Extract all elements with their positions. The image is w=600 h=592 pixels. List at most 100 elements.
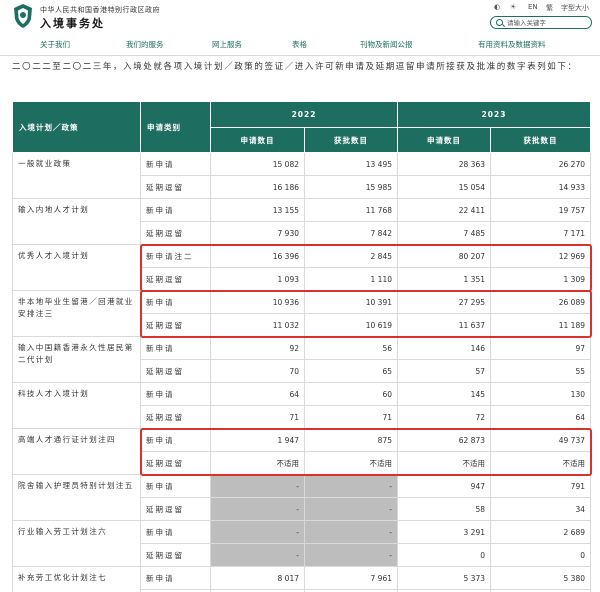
main-navigation: 关于我们 我们的服务 网上服务 表格 刊物及新闻公报 有用资料及数据资料 xyxy=(0,38,600,52)
application-type: 新申请 xyxy=(140,152,211,176)
received-2023-value: 146 xyxy=(397,336,491,360)
language-tc-link[interactable]: 繁 xyxy=(546,3,553,13)
approved-2023-value: 14 933 xyxy=(490,175,591,199)
nav-about-us[interactable]: 关于我们 xyxy=(40,39,70,50)
received-2022-value: 7 930 xyxy=(210,221,305,245)
intro-paragraph: 二〇二二至二〇二三年，入境处就各项入境计划／政策的签证／进入许可新申请及延期逗留… xyxy=(12,62,578,72)
approved-2023-value: 64 xyxy=(490,405,591,429)
received-2022-value: - xyxy=(210,474,305,498)
approved-2023-value: 26 089 xyxy=(490,290,591,314)
received-2022-value: 16 186 xyxy=(210,175,305,199)
received-2022-value: 10 936 xyxy=(210,290,305,314)
received-2022-value: 92 xyxy=(210,336,305,360)
received-2023-value: 0 xyxy=(397,543,491,567)
received-2022-value: 1 947 xyxy=(210,428,305,452)
application-type: 新申请 xyxy=(140,474,211,498)
received-2022-value: - xyxy=(210,497,305,521)
table-row: 输入中国籍香港永久性居民第二代计划 新申请 92 56 146 97 xyxy=(12,336,591,383)
scheme-name: 非本地毕业生留港／回港就业安排注三 xyxy=(12,290,141,337)
approved-2022-value: - xyxy=(304,520,398,544)
scheme-name: 优秀人才入境计划 xyxy=(12,244,141,291)
received-2022-value: 不适用 xyxy=(210,451,305,475)
approved-2023-value: 7 171 xyxy=(490,221,591,245)
language-en-link[interactable]: EN xyxy=(528,3,538,11)
scheme-name: 输入中国籍香港永久性居民第二代计划 xyxy=(12,336,141,383)
application-type: 新申请 xyxy=(140,566,211,590)
scheme-name: 行业输入劳工计划注六 xyxy=(12,520,141,567)
scheme-name: 补充劳工优化计划注七 xyxy=(12,566,141,592)
received-2022-value: - xyxy=(210,520,305,544)
nav-online-services[interactable]: 网上服务 xyxy=(212,39,242,50)
received-2022-value: 1 093 xyxy=(210,267,305,291)
approved-2023-value: 130 xyxy=(490,382,591,406)
approved-2022-value: 875 xyxy=(304,428,398,452)
approved-2023-value: 1 309 xyxy=(490,267,591,291)
table-row: 补充劳工优化计划注七 新申请 8 017 7 961 5 373 5 380 xyxy=(12,566,591,592)
received-2023-value: 72 xyxy=(397,405,491,429)
header-approved-2022: 获批数目 xyxy=(304,127,398,153)
received-2022-value: 15 082 xyxy=(210,152,305,176)
approved-2022-value: 1 110 xyxy=(304,267,398,291)
approved-2022-value: - xyxy=(304,543,398,567)
nav-useful-info-statistics[interactable]: 有用资料及数据资料 xyxy=(478,39,546,50)
received-2023-value: 7 485 xyxy=(397,221,491,245)
received-2023-value: 28 363 xyxy=(397,152,491,176)
statistics-table: 入境计划／政策 申请类别 2022 2023 申请数目 获批数目 申请数目 获批… xyxy=(12,101,591,592)
brightness-icon[interactable]: ☀ xyxy=(510,3,516,11)
approved-2022-value: 不适用 xyxy=(304,451,398,475)
font-size-link[interactable]: 字型大小 xyxy=(561,3,589,13)
received-2023-value: 145 xyxy=(397,382,491,406)
application-type: 新申请注二 xyxy=(140,244,211,268)
scheme-name: 院舍输入护理员特别计划注五 xyxy=(12,474,141,521)
application-type: 延期逗留 xyxy=(140,359,211,383)
header-year-2022: 2022 xyxy=(210,101,398,128)
approved-2023-value: 55 xyxy=(490,359,591,383)
received-2022-value: 8 017 xyxy=(210,566,305,590)
hksar-emblem-icon[interactable] xyxy=(12,3,34,29)
received-2022-value: 70 xyxy=(210,359,305,383)
application-type: 延期逗留 xyxy=(140,313,211,337)
received-2023-value: 947 xyxy=(397,474,491,498)
approved-2023-value: 19 757 xyxy=(490,198,591,222)
nav-our-services[interactable]: 我们的服务 xyxy=(126,39,164,50)
table-row: 一般就业政策 新申请 15 082 13 495 28 363 26 270 xyxy=(12,152,591,199)
approved-2022-value: 65 xyxy=(304,359,398,383)
approved-2022-value: 56 xyxy=(304,336,398,360)
approved-2022-value: 2 845 xyxy=(304,244,398,268)
approved-2023-value: 不适用 xyxy=(490,451,591,475)
search-input[interactable] xyxy=(507,18,589,28)
header-year-2023: 2023 xyxy=(397,101,591,128)
approved-2022-value: - xyxy=(304,497,398,521)
approved-2023-value: 26 270 xyxy=(490,152,591,176)
nav-forms[interactable]: 表格 xyxy=(292,39,307,50)
approved-2022-value: 10 619 xyxy=(304,313,398,337)
application-type: 延期逗留 xyxy=(140,543,211,567)
received-2022-value: 64 xyxy=(210,382,305,406)
received-2022-value: 16 396 xyxy=(210,244,305,268)
government-name: 中华人民共和国香港特别行政区政府 xyxy=(40,6,160,14)
approved-2023-value: 791 xyxy=(490,474,591,498)
search-box[interactable] xyxy=(490,16,592,29)
received-2023-value: 不适用 xyxy=(397,451,491,475)
application-type: 新申请 xyxy=(140,520,211,544)
received-2022-value: - xyxy=(210,543,305,567)
approved-2022-value: 13 495 xyxy=(304,152,398,176)
approved-2022-value: 60 xyxy=(304,382,398,406)
header-application-type: 申请类别 xyxy=(140,101,211,153)
table-row: 优秀人才入境计划 新申请注二 16 396 2 845 80 207 12 969 xyxy=(12,244,591,291)
nav-publications-press[interactable]: 刊物及新闻公报 xyxy=(360,39,413,50)
approved-2022-value: 10 391 xyxy=(304,290,398,314)
approved-2023-value: 0 xyxy=(490,543,591,567)
header-approved-2023: 获批数目 xyxy=(490,127,591,153)
table-row: 科技人才入境计划 新申请 64 60 145 130 xyxy=(12,382,591,429)
approved-2022-value: 7 842 xyxy=(304,221,398,245)
contrast-icon[interactable]: ◐ xyxy=(494,3,500,11)
approved-2022-value: 11 768 xyxy=(304,198,398,222)
application-type: 延期逗留 xyxy=(140,175,211,199)
search-icon[interactable] xyxy=(496,19,503,26)
application-type: 延期逗留 xyxy=(140,221,211,245)
department-name[interactable]: 入境事务处 xyxy=(40,15,105,31)
approved-2023-value: 34 xyxy=(490,497,591,521)
received-2023-value: 22 411 xyxy=(397,198,491,222)
scheme-name: 一般就业政策 xyxy=(12,152,141,199)
